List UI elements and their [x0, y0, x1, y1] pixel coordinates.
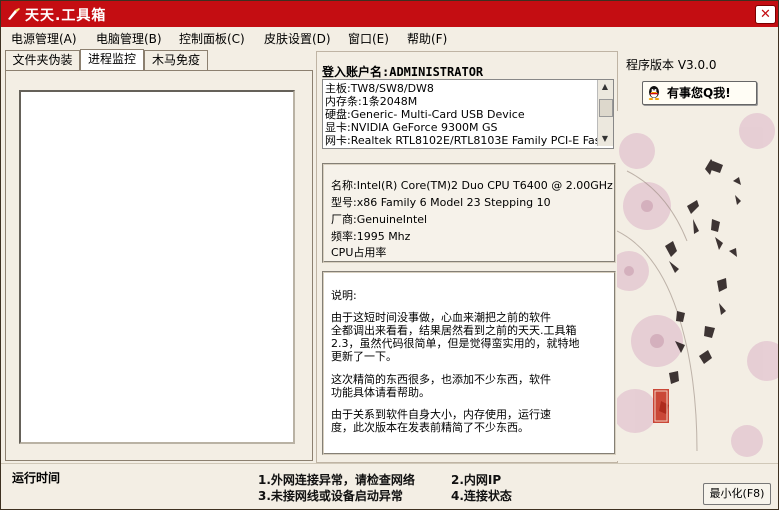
- status-lan-ip: 2.内网IP: [451, 473, 502, 487]
- app-icon: [8, 8, 20, 20]
- menu-power[interactable]: 电源管理(A): [11, 30, 77, 47]
- hardware-list[interactable]: 主板:TW8/SW8/DW8 内存条:1条2048M 硬盘:Generic- M…: [322, 79, 614, 149]
- tab-process-monitor[interactable]: 进程监控: [80, 49, 144, 71]
- title-bar[interactable]: 天天.工具箱 ✕: [1, 1, 778, 27]
- tab-trojan-immunity[interactable]: 木马免疫: [144, 50, 208, 70]
- hardware-scrollbar[interactable]: ▲ ▼: [597, 80, 613, 146]
- note-line: 2.3，虽然代码很简单，但是觉得蛮实用的，就特地: [331, 337, 580, 350]
- note-line: 由于这短时间没事做，心血来潮把之前的软件: [331, 311, 551, 324]
- cpu-model: 型号:x86 Family 6 Model 23 Stepping 10: [331, 196, 551, 209]
- menu-computer[interactable]: 电脑管理(B): [96, 30, 162, 47]
- note-line: 更新了一下。: [331, 350, 397, 363]
- menu-window[interactable]: 窗口(E): [348, 30, 389, 47]
- note-line: 由于关系到软件自身大小，内存使用，运行速: [331, 408, 551, 421]
- close-icon: ✕: [760, 7, 771, 22]
- qq-button-label: 有事您Q我!: [667, 86, 731, 100]
- note-line: 这次精简的东西很多，也添加不少东西，软件: [331, 373, 551, 386]
- cpu-frequency: 频率:1995 Mhz: [331, 230, 411, 243]
- version-label: 程序版本 V3.0.0: [626, 58, 717, 72]
- hardware-gpu: 显卡:NVIDIA GeForce 9300M GS: [325, 121, 498, 134]
- close-button[interactable]: ✕: [755, 5, 776, 24]
- scroll-down-icon[interactable]: ▼: [600, 134, 610, 144]
- note-line: 说明:: [331, 289, 357, 302]
- cpu-info-box: 名称:Intel(R) Core(TM)2 Duo CPU T6400 @ 2.…: [322, 163, 616, 263]
- decorative-calligraphy-image: [617, 111, 778, 461]
- status-cable: 3.未接网线或设备启动异常: [258, 489, 403, 503]
- description-box: 说明: 由于这短时间没事做，心血来潮把之前的软件 全都调出来看看，结果居然看到之…: [322, 271, 616, 455]
- cpu-name: 名称:Intel(R) Core(TM)2 Duo CPU T6400 @ 2.…: [331, 179, 613, 192]
- note-line: 度，此次版本在发表前精简了不少东西。: [331, 421, 529, 434]
- scroll-thumb[interactable]: [599, 99, 613, 117]
- cpu-usage: CPU占用率: [331, 246, 387, 259]
- menu-help[interactable]: 帮助(F): [407, 30, 447, 47]
- scroll-up-icon[interactable]: ▲: [600, 82, 610, 92]
- status-wan: 1.外网连接异常，请检查网络: [258, 473, 415, 487]
- note-line: 全都调出来看看，结果居然看到之前的天天.工具箱: [331, 324, 577, 337]
- cpu-vendor: 厂商:GenuineIntel: [331, 213, 428, 226]
- status-connection: 4.连接状态: [451, 489, 512, 503]
- process-list[interactable]: [19, 90, 295, 444]
- note-line: 功能具体请看帮助。: [331, 386, 430, 399]
- hardware-motherboard: 主板:TW8/SW8/DW8: [325, 82, 434, 95]
- minimize-button[interactable]: 最小化(F8): [703, 483, 771, 505]
- tab-folder-disguise[interactable]: 文件夹伪装: [5, 50, 80, 70]
- menu-bar: 电源管理(A) 电脑管理(B) 控制面板(C) 皮肤设置(D) 窗口(E) 帮助…: [1, 27, 778, 47]
- main-window: 天天.工具箱 ✕ 电源管理(A) 电脑管理(B) 控制面板(C) 皮肤设置(D)…: [0, 0, 779, 510]
- menu-skin[interactable]: 皮肤设置(D): [264, 30, 331, 47]
- window-title: 天天.工具箱: [25, 8, 107, 24]
- hardware-disk: 硬盘:Generic- Multi-Card USB Device: [325, 108, 525, 121]
- hardware-nic: 网卡:Realtek RTL8102E/RTL8103E Family PCI-…: [325, 134, 614, 147]
- menu-control-panel[interactable]: 控制面板(C): [179, 30, 245, 47]
- contact-qq-button[interactable]: 有事您Q我!: [642, 81, 757, 105]
- qq-penguin-icon: [648, 86, 660, 100]
- account-name: 登入账户名:ADMINISTRATOR: [322, 65, 484, 79]
- runtime-label: 运行时间: [12, 471, 61, 485]
- hardware-memory: 内存条:1条2048M: [325, 95, 418, 108]
